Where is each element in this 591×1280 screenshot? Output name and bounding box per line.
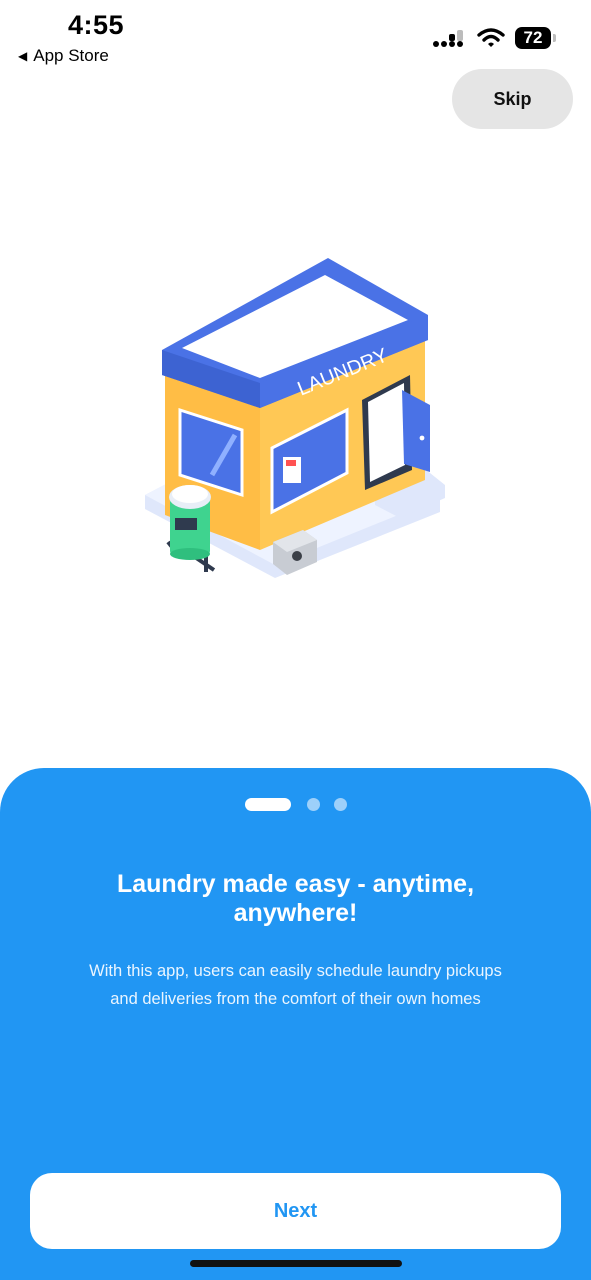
next-button[interactable]: Next — [30, 1173, 561, 1249]
battery-icon: 72 — [515, 27, 556, 49]
cellular-signal-icon — [433, 30, 463, 47]
laundry-shop-illustration: LAUNDRY — [140, 250, 460, 590]
status-bar: 4:55 ◀ App Store 72 — [0, 0, 591, 70]
onboarding-title: Laundry made easy - anytime, anywhere! — [116, 870, 475, 927]
wifi-icon — [477, 28, 505, 47]
page-indicator — [0, 798, 591, 811]
battery-level: 72 — [523, 28, 543, 47]
back-to-app-store-link[interactable]: ◀ App Store — [18, 46, 109, 66]
page-indicator-dot[interactable] — [333, 798, 347, 811]
back-link-label: App Store — [33, 46, 109, 65]
onboarding-description: With this app, users can easily schedule… — [89, 962, 502, 1008]
page-indicator-dot-active[interactable] — [244, 798, 291, 811]
skip-button[interactable]: Skip — [452, 69, 573, 129]
home-indicator — [190, 1260, 402, 1267]
status-indicators: 72 — [433, 27, 556, 49]
page-indicator-dot[interactable] — [306, 798, 320, 811]
status-time: 4:55 — [68, 10, 125, 40]
back-arrow-icon: ◀ — [18, 49, 28, 63]
